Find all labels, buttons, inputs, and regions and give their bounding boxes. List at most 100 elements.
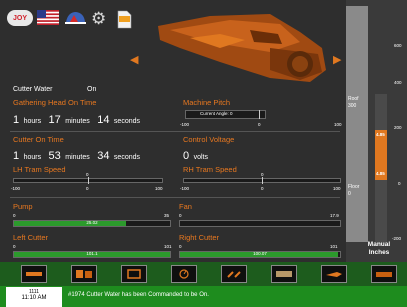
pump-max: 35 <box>164 213 170 218</box>
logo-icon[interactable]: JOY <box>7 10 33 26</box>
lh-tram-speed-label: LH Tram Speed <box>13 165 66 174</box>
ct-minutes: 53 <box>48 150 61 162</box>
conveyor-view-button[interactable] <box>271 265 297 283</box>
gh-hours: 1 <box>13 114 20 126</box>
mode-label: Manual Inches <box>359 241 399 257</box>
continuous-miner-image <box>158 14 326 82</box>
cutter-water-value: On <box>87 86 97 93</box>
boxes-view-button[interactable] <box>71 265 97 283</box>
pump-value: 25.02 <box>86 220 98 225</box>
gauge-column <box>346 6 368 242</box>
lh-tram-min: -100 <box>11 186 21 191</box>
gh-minutes: 17 <box>48 114 61 126</box>
machine-pitch-marker <box>259 110 260 119</box>
machine-pitch-label: Machine Pitch <box>183 98 231 107</box>
rh-tram-mid: 0 <box>261 186 264 191</box>
machine-pitch-slider: Current Angle: 0 <box>185 110 266 119</box>
helmet-icon[interactable] <box>64 10 86 25</box>
cutter-on-time-label: Cutter On Time <box>13 135 64 144</box>
pump-label: Pump <box>13 202 33 211</box>
floor-value: 0 <box>348 191 351 197</box>
status-message: #1974 Cutter Water has been Commanded to… <box>68 292 209 298</box>
rh-tram-mid-top: 0 <box>261 172 264 177</box>
miner-view-button[interactable] <box>371 265 397 283</box>
right-cutter-min: 0 <box>179 244 182 249</box>
previous-view-arrow-icon[interactable]: ◀ <box>130 53 138 66</box>
roof-label: Roof <box>348 96 359 102</box>
right-cutter-max: 101 <box>330 244 338 249</box>
machine-pitch-mid: 0 <box>258 122 261 127</box>
clock: 1111 11:10 AM <box>6 287 62 307</box>
rh-tram-min: -100 <box>180 186 190 191</box>
rh-tram-marker <box>262 177 263 184</box>
lh-tram-mid-top: 0 <box>86 172 89 177</box>
cutter-on-time: 1 hours 53 minutes 34 seconds <box>13 146 140 164</box>
floor-label: Floor <box>348 184 360 190</box>
right-cutter-label: Right Cutter <box>179 233 220 242</box>
machine-pitch-caption: Current Angle: 0 <box>200 111 233 116</box>
right-cutter-bar: 100.07 <box>179 251 341 258</box>
status-bar: 1111 11:10 AM #1974 Cutter Water has bee… <box>0 286 407 307</box>
next-view-arrow-icon[interactable]: ▶ <box>333 53 341 66</box>
left-cutter-max: 101 <box>164 244 172 249</box>
control-voltage-reading: 0 volts <box>183 146 208 164</box>
ct-hours-unit: hours <box>23 154 42 161</box>
gauge-view-button[interactable] <box>171 265 197 283</box>
bottom-button-bar <box>0 262 407 286</box>
left-cutter-value: 101.1 <box>86 251 98 256</box>
lh-tram-speed-slider <box>13 177 163 184</box>
divider <box>10 131 340 132</box>
ct-seconds: 34 <box>97 150 110 162</box>
ct-minutes-unit: minutes <box>65 154 90 161</box>
gauge-tick-400: 400 <box>394 80 402 85</box>
machine-view-button[interactable] <box>21 265 47 283</box>
gathering-head-label: Gathering Head On Time <box>13 98 97 107</box>
machine-pitch-max: 100 <box>334 122 342 127</box>
fan-bar <box>179 220 341 227</box>
cutter-icon <box>326 272 342 277</box>
right-cutter-value: 100.07 <box>253 251 267 256</box>
conveyor-icon <box>276 271 292 277</box>
miner-icon <box>376 272 392 277</box>
gh-seconds: 14 <box>97 114 110 126</box>
control-voltage-label: Control Voltage <box>183 135 235 144</box>
rh-tram-speed-label: RH Tram Speed <box>183 165 237 174</box>
roof-value: 300 <box>348 103 357 109</box>
gauge-tick-0: 0 <box>398 181 401 186</box>
fan-label: Fan <box>179 202 192 211</box>
left-cutter-bar: 101.1 <box>13 251 171 258</box>
gauge-reading-top: 4.85 <box>376 132 385 137</box>
gauge-tick-600: 600 <box>394 43 402 48</box>
rh-tram-speed-slider <box>183 177 341 184</box>
gh-minutes-unit: minutes <box>65 118 90 125</box>
clock-time: 11:10 AM <box>21 295 47 301</box>
tools-view-button[interactable] <box>221 265 247 283</box>
divider <box>10 197 340 198</box>
cutter-view-button[interactable] <box>321 265 347 283</box>
gh-seconds-unit: seconds <box>113 118 140 125</box>
gathering-head-time: 1 hours 17 minutes 14 seconds <box>13 110 140 128</box>
screen: JOY ⚙ ◀ ▶ Cutter Water On Gathering Head… <box>0 0 407 307</box>
us-flag-icon[interactable] <box>37 10 59 25</box>
left-cutter-label: Left Cutter <box>13 233 49 242</box>
control-voltage-unit: volts <box>193 154 208 161</box>
gauge-icon <box>179 269 189 279</box>
lh-tram-mid: 0 <box>86 186 89 191</box>
mode-label-line1: Manual <box>367 241 391 248</box>
lh-tram-marker <box>88 177 89 184</box>
monitor-icon <box>127 269 141 279</box>
document-icon[interactable] <box>117 10 132 29</box>
rh-tram-max: 100 <box>333 186 341 191</box>
gauge-tick-200: 200 <box>394 125 402 130</box>
monitor-view-button[interactable] <box>121 265 147 283</box>
fan-max: 17.9 <box>330 213 339 218</box>
ct-seconds-unit: seconds <box>113 154 140 161</box>
machine-icon <box>26 272 42 276</box>
top-toolbar: JOY ⚙ ◀ ▶ <box>0 0 346 82</box>
control-voltage-value: 0 <box>183 150 190 162</box>
logo-text: JOY <box>12 14 27 22</box>
lh-tram-max: 100 <box>155 186 163 191</box>
ct-hours: 1 <box>13 150 20 162</box>
boxes-icon <box>76 270 92 278</box>
gear-icon[interactable]: ⚙ <box>91 10 109 28</box>
